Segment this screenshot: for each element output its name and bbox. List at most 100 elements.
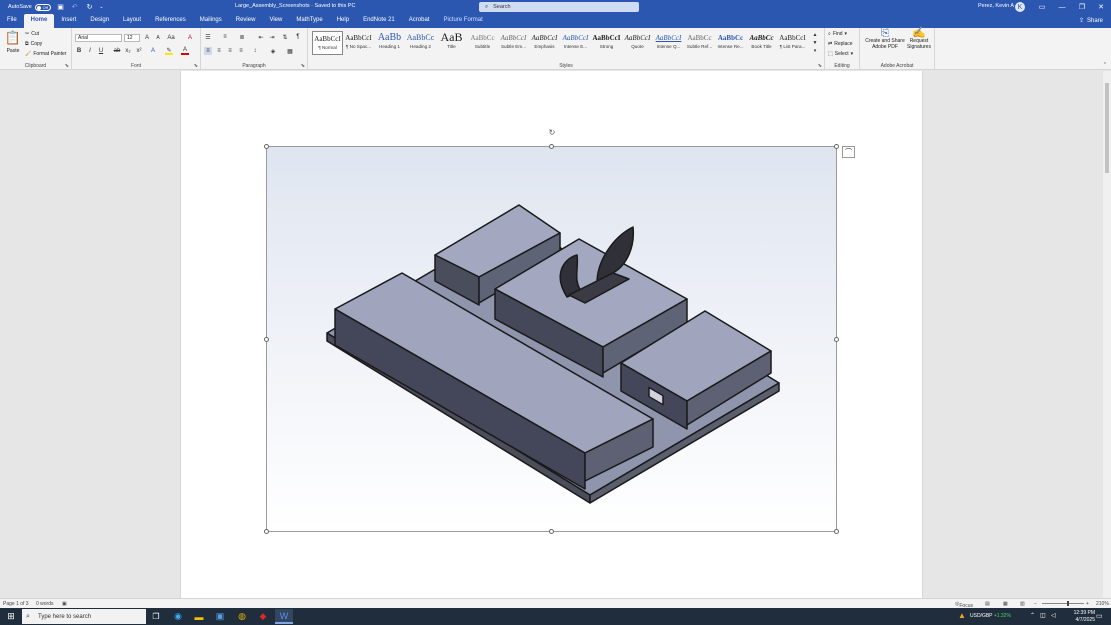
scrollbar-thumb[interactable] (1105, 83, 1109, 173)
underline-icon[interactable]: U (97, 47, 105, 55)
tab-layout[interactable]: Layout (116, 14, 148, 28)
style-subtle-reference[interactable]: AaBbCc Subtle Ref... (684, 31, 715, 55)
zoom-level[interactable]: 210% (1096, 601, 1109, 607)
style-intense-emphasis[interactable]: AaBbCcI Intense E... (560, 31, 591, 55)
copy-button[interactable]: ⧉ Copy (25, 41, 42, 47)
highlight-icon[interactable]: ✎ (165, 47, 173, 55)
tab-references[interactable]: References (148, 14, 193, 28)
change-case-icon[interactable]: Aa (167, 34, 175, 42)
style-intense-reference[interactable]: AaBbCc Intense Re... (715, 31, 746, 55)
network-icon[interactable]: ◫ (1040, 612, 1046, 619)
styles-more-icon[interactable]: ▾ (811, 47, 819, 55)
resize-handle-top[interactable] (549, 144, 554, 149)
italic-icon[interactable]: I (86, 47, 94, 55)
style-strong[interactable]: AaBbCcI Strong (591, 31, 622, 55)
paragraph-launcher-icon[interactable]: ⬊ (301, 63, 305, 69)
solidworks-icon[interactable]: ◆ (254, 609, 272, 624)
tab-design[interactable]: Design (83, 14, 116, 28)
layout-options-button[interactable]: ⌒ (842, 146, 855, 158)
justify-icon[interactable]: ≡ (237, 47, 245, 55)
share-button[interactable]: ⇪ Share (1079, 17, 1103, 25)
currency-ticker[interactable]: USD/GBP +1.32% (970, 613, 1011, 619)
tab-file[interactable]: File (0, 14, 24, 28)
web-layout-icon[interactable]: ▥ (1020, 601, 1025, 607)
multilevel-list-icon[interactable]: ≣ (238, 33, 246, 41)
superscript-icon[interactable]: x² (135, 47, 143, 55)
request-signatures-button[interactable]: ✍ Request Signatures (906, 28, 932, 51)
resize-handle-top-left[interactable] (264, 144, 269, 149)
chrome-icon[interactable]: ◍ (233, 609, 251, 624)
cut-button[interactable]: ✂ Cut (25, 31, 39, 37)
text-effects-icon[interactable]: A (149, 47, 157, 55)
sort-icon[interactable]: ⇅ (281, 33, 289, 41)
undo-icon[interactable]: ↶ (70, 2, 79, 11)
styles-scroll-down-icon[interactable]: ▼ (811, 39, 819, 47)
proofing-icon[interactable]: ▣ (62, 601, 67, 607)
file-explorer-icon[interactable]: ▬ (190, 609, 208, 624)
show-formatting-marks-icon[interactable]: ¶ (294, 33, 302, 41)
autosave-switch[interactable]: Off (34, 3, 51, 11)
resize-handle-top-right[interactable] (834, 144, 839, 149)
styles-scroll-up-icon[interactable]: ▲ (811, 31, 819, 39)
redo-icon[interactable]: ↻ (85, 2, 94, 11)
autosave-toggle[interactable]: AutoSave Off (8, 3, 51, 11)
select-button[interactable]: ⬚ Select ▾ (828, 51, 853, 57)
page-count[interactable]: Page 1 of 3 (3, 601, 29, 607)
tab-home[interactable]: Home (23, 14, 55, 28)
style-title[interactable]: AaB Title (436, 30, 467, 55)
find-button[interactable]: ⌕ Find ▾ (828, 31, 847, 37)
style-subtitle[interactable]: AaBbCc Subtitle (467, 31, 498, 55)
resize-handle-bottom[interactable] (549, 529, 554, 534)
grow-font-icon[interactable]: A (143, 34, 151, 42)
zoom-slider-thumb[interactable] (1067, 601, 1069, 606)
align-center-icon[interactable]: ≡ (215, 47, 223, 55)
font-size-select[interactable]: 12 (124, 34, 140, 42)
style-book-title[interactable]: AaBbCc Book Title (746, 31, 777, 55)
format-painter-button[interactable]: 🖌 Format Painter (25, 51, 66, 57)
shrink-font-icon[interactable]: A (154, 34, 162, 42)
resize-handle-left[interactable] (264, 337, 269, 342)
tray-chevron-icon[interactable]: ⌃ (1030, 612, 1035, 619)
notifications-icon[interactable]: ▭ (1096, 612, 1103, 620)
create-share-pdf-button[interactable]: ⎘ Create and Share Adobe PDF (863, 28, 907, 51)
strikethrough-icon[interactable]: ab (113, 47, 121, 55)
subscript-icon[interactable]: x₂ (124, 47, 132, 55)
resize-handle-bottom-right[interactable] (834, 529, 839, 534)
clock[interactable]: 12:39 PM 4/7/2025 (1074, 610, 1095, 623)
store-icon[interactable]: ▣ (211, 609, 229, 624)
tab-mailings[interactable]: Mailings (193, 14, 229, 28)
decrease-indent-icon[interactable]: ⇤ (257, 33, 265, 41)
maximize-icon[interactable]: ❐ (1072, 0, 1092, 14)
tab-picture-format[interactable]: Picture Format (436, 14, 489, 28)
user-name[interactable]: Perez, Kevin A (978, 3, 1014, 9)
tab-endnote[interactable]: EndNote 21 (356, 14, 402, 28)
bold-icon[interactable]: B (75, 47, 83, 55)
tab-view[interactable]: View (262, 14, 289, 28)
zoom-in-icon[interactable]: + (1086, 601, 1089, 607)
task-view-icon[interactable]: ❐ (147, 609, 165, 624)
styles-launcher-icon[interactable]: ⬊ (818, 63, 822, 69)
style-subtle-emphasis[interactable]: AaBbCcI Subtle Em... (498, 31, 529, 55)
tab-insert[interactable]: Insert (54, 14, 83, 28)
clear-formatting-icon[interactable]: A (186, 34, 194, 42)
tab-review[interactable]: Review (229, 14, 263, 28)
zoom-slider[interactable] (1042, 603, 1084, 604)
tab-acrobat[interactable]: Acrobat (402, 14, 437, 28)
vertical-scrollbar[interactable] (1103, 71, 1111, 598)
line-spacing-icon[interactable]: ↕ (251, 47, 259, 55)
style-emphasis[interactable]: AaBbCcI Emphasis (529, 31, 560, 55)
style-no-spacing[interactable]: AaBbCcI ¶ No Spac... (343, 31, 374, 55)
word-icon[interactable]: W (275, 609, 293, 624)
taskbar-search-input[interactable]: ⌕ Type here to search (22, 609, 146, 624)
minimize-icon[interactable]: — (1052, 0, 1072, 14)
ribbon-display-options-icon[interactable]: ▭ (1032, 0, 1052, 14)
customize-qat-icon[interactable]: ⌄ (97, 2, 106, 11)
style-list-paragraph[interactable]: AaBbCcI ¶ List Para... (777, 31, 808, 55)
style-normal[interactable]: AaBbCcI ¶ Normal (312, 31, 343, 55)
borders-icon[interactable]: ▦ (286, 47, 294, 55)
replace-button[interactable]: ⇄ Replace (828, 41, 853, 47)
style-heading-1[interactable]: AaBb Heading 1 (374, 31, 405, 55)
resize-handle-right[interactable] (834, 337, 839, 342)
font-color-icon[interactable]: A (181, 47, 189, 55)
numbering-icon[interactable]: ≡ (221, 33, 229, 41)
